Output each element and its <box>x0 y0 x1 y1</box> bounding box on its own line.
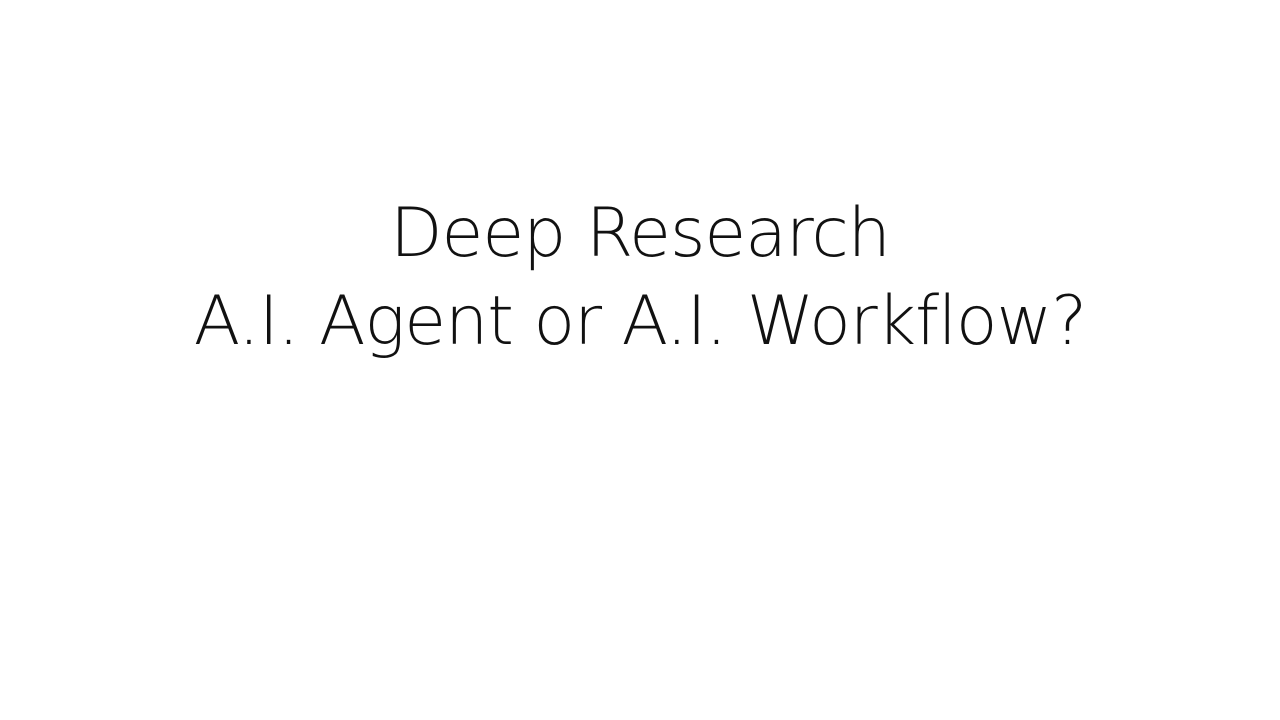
slide-title: Deep Research A.I. Agent or A.I. Workflo… <box>0 190 1280 366</box>
title-line-1: Deep Research <box>390 194 891 273</box>
slide: Deep Research A.I. Agent or A.I. Workflo… <box>0 0 1280 720</box>
title-line-2: A.I. Agent or A.I. Workflow? <box>193 282 1088 361</box>
